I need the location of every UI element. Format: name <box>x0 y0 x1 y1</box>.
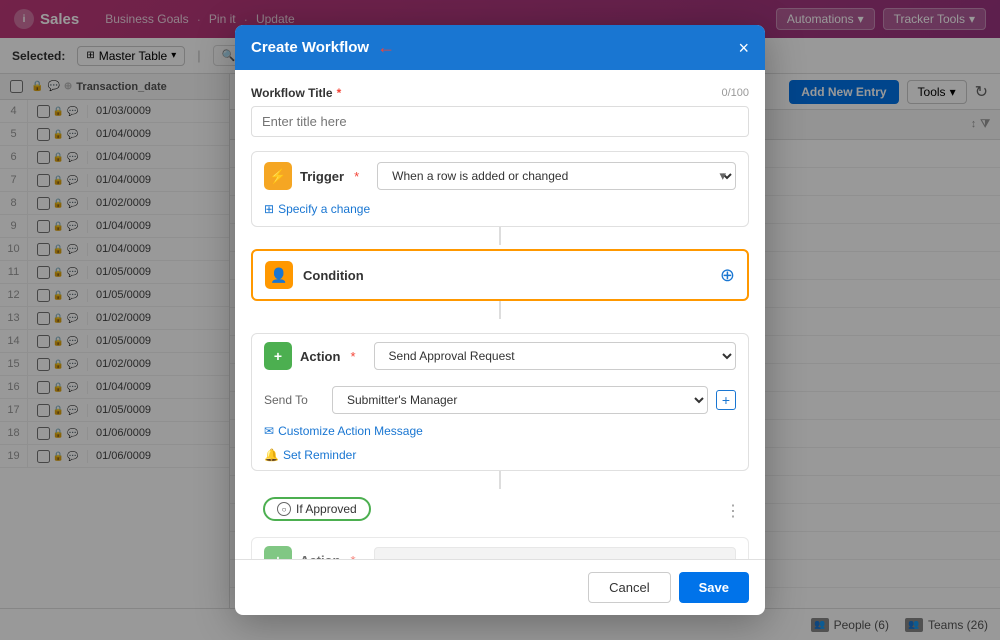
action-type-dropdown[interactable]: Send Approval Request <box>374 342 736 370</box>
modal-close-button[interactable]: × <box>738 39 749 57</box>
modal-title-text: Create Workflow <box>251 39 369 56</box>
specify-change-link[interactable]: ⊞ Specify a change <box>252 200 748 226</box>
save-button[interactable]: Save <box>679 572 749 603</box>
connector-1 <box>499 227 501 245</box>
condition-icon: 👤 <box>265 261 293 289</box>
modal-footer: Cancel Save <box>235 559 765 615</box>
trigger-row: ⚡ Trigger * When a row is added or chang… <box>252 152 748 200</box>
send-to-label: Send To <box>264 393 324 407</box>
trigger-label: Trigger <box>300 169 344 184</box>
action-icon: + <box>264 342 292 370</box>
modal-overlay: Create Workflow ← × Workflow Title * 0/1… <box>0 0 1000 640</box>
trigger-dropdown[interactable]: When a row is added or changed <box>377 162 736 190</box>
modal-header: Create Workflow ← × <box>235 25 765 70</box>
modal-arrow-icon: ← <box>377 37 395 58</box>
create-workflow-modal: Create Workflow ← × Workflow Title * 0/1… <box>235 25 765 615</box>
if-approved-circle-icon: ○ <box>277 502 291 516</box>
send-to-dropdown[interactable]: Submitter's Manager <box>332 386 708 414</box>
send-to-row: Send To Submitter's Manager + <box>252 378 748 422</box>
modal-title-area: Create Workflow ← <box>251 37 395 58</box>
send-to-dropdown-wrapper: Submitter's Manager <box>332 386 708 414</box>
bottom-action-icon: + <box>264 546 292 559</box>
bottom-action-select-placeholder <box>374 547 736 559</box>
customize-action-link[interactable]: ✉ Customize Action Message <box>252 422 748 446</box>
connector-2 <box>499 301 501 319</box>
action-label-text: Action <box>300 349 340 364</box>
workflow-title-field: Workflow Title * 0/100 <box>251 86 749 137</box>
condition-section: 👤 Condition ⊕ <box>251 249 749 301</box>
action-dropdown-wrapper: Send Approval Request <box>374 342 736 370</box>
char-count: 0/100 <box>721 87 749 99</box>
if-approved-button[interactable]: ○ If Approved <box>263 497 371 521</box>
connector-3 <box>499 471 501 489</box>
action-type-row: + Action * Send Approval Request <box>252 334 748 378</box>
trigger-dropdown-wrapper: When a row is added or changed <box>377 162 736 190</box>
if-approved-container: ○ If Approved ⋮ <box>251 489 749 529</box>
trigger-icon: ⚡ <box>264 162 292 190</box>
workflow-title-input[interactable] <box>251 106 749 137</box>
cancel-button[interactable]: Cancel <box>588 572 670 603</box>
bottom-action-row: + Action * <box>252 538 748 559</box>
send-to-add-button[interactable]: + <box>716 390 736 410</box>
modal-body: Workflow Title * 0/100 ⚡ Trigger * When <box>235 70 765 559</box>
three-dot-menu[interactable]: ⋮ <box>725 501 741 521</box>
set-reminder-link[interactable]: 🔔 Set Reminder <box>252 446 748 470</box>
action-section: + Action * Send Approval Request Send To <box>251 333 749 471</box>
condition-add-button[interactable]: ⊕ <box>720 265 735 286</box>
condition-label: Condition <box>303 268 364 283</box>
trigger-section: ⚡ Trigger * When a row is added or chang… <box>251 151 749 227</box>
required-star: * <box>337 86 342 100</box>
bottom-action-section: + Action * <box>251 537 749 559</box>
workflow-title-label: Workflow Title <box>251 86 333 100</box>
